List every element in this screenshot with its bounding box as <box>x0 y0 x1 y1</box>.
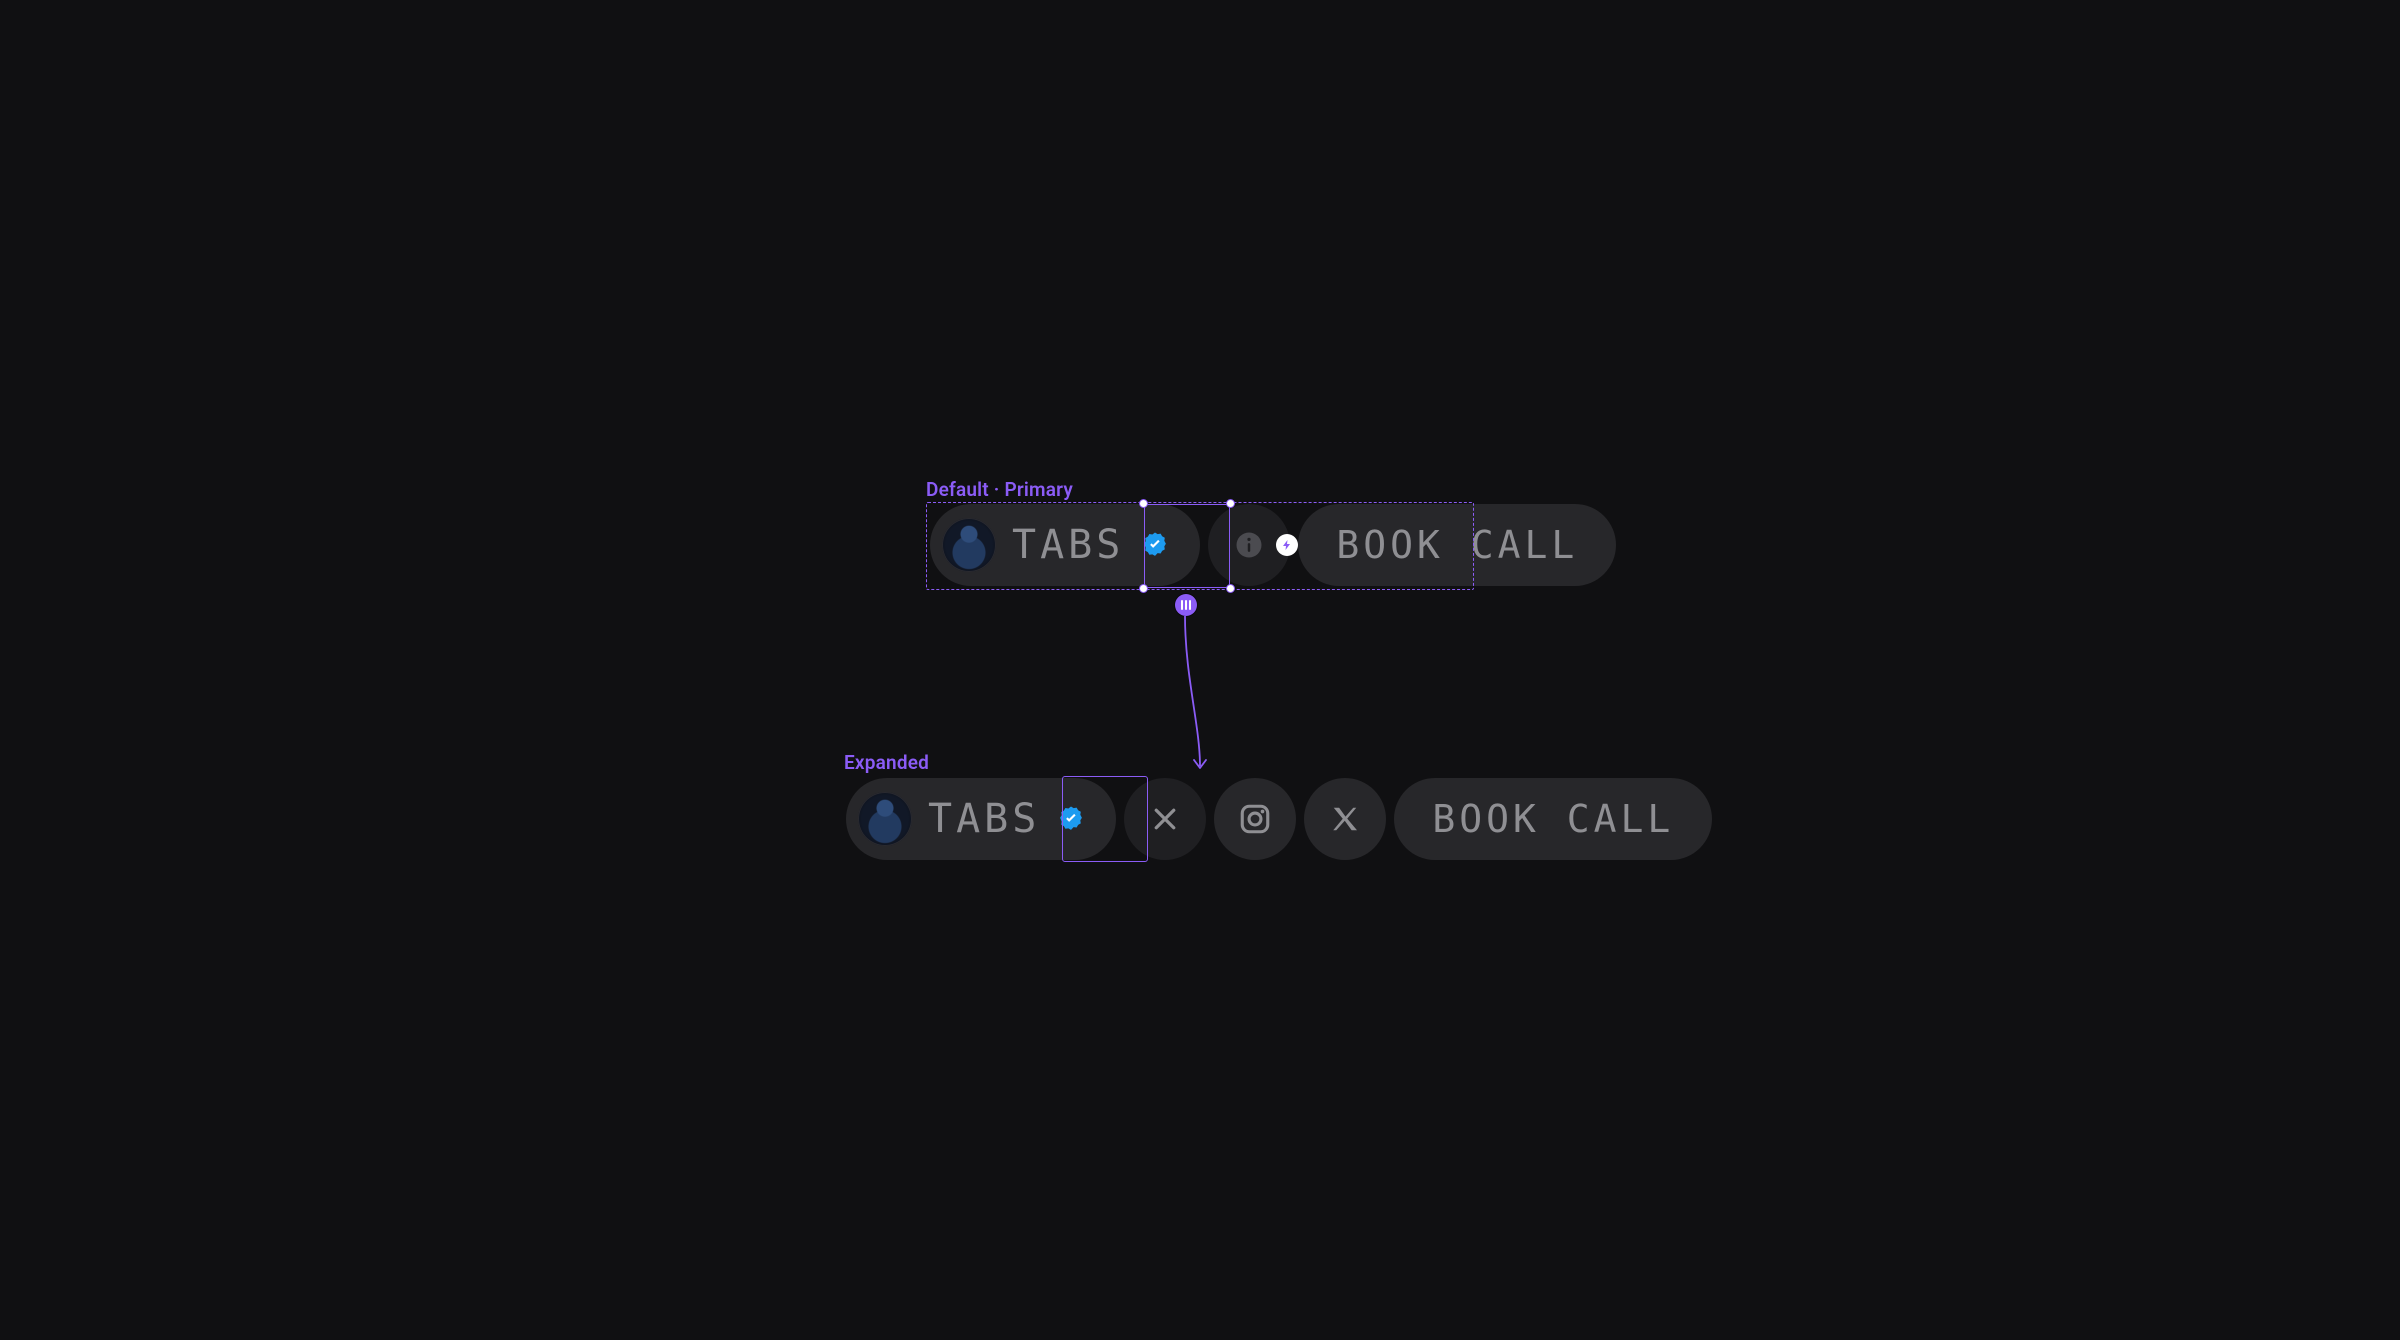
instagram-icon <box>1238 802 1272 836</box>
tabs-name: TABS <box>1012 522 1124 568</box>
info-icon <box>1234 530 1264 560</box>
tabs-pill-expanded[interactable]: TABS <box>846 778 1116 860</box>
cta-label-expanded: BOOK CALL <box>1394 797 1712 841</box>
state-label-default: Default · Primary <box>926 478 1073 501</box>
pause-icon <box>1181 600 1191 610</box>
lightning-badge <box>1276 534 1298 556</box>
connector-arrow <box>1174 616 1234 776</box>
x-twitter-button[interactable] <box>1304 778 1386 860</box>
close-icon <box>1150 804 1180 834</box>
state-label-expanded: Expanded <box>844 751 929 774</box>
tabs-name-expanded: TABS <box>928 796 1040 842</box>
verified-badge-icon <box>1056 804 1086 834</box>
expanded-row[interactable]: TABS BOOK CALL <box>846 778 1712 860</box>
cta-label: BOOK CALL <box>1298 523 1616 567</box>
info-button[interactable] <box>1208 504 1290 586</box>
verified-badge-icon <box>1140 530 1170 560</box>
design-canvas[interactable]: Default · Primary Expanded TABS BOOK CAL… <box>472 264 1928 1076</box>
close-button[interactable] <box>1124 778 1206 860</box>
default-row[interactable]: TABS BOOK CALL <box>930 504 1616 586</box>
avatar <box>942 518 996 572</box>
lightning-icon <box>1281 539 1293 551</box>
book-call-button-expanded[interactable]: BOOK CALL <box>1394 778 1712 860</box>
x-twitter-icon <box>1330 804 1360 834</box>
avatar <box>858 792 912 846</box>
instagram-button[interactable] <box>1214 778 1296 860</box>
tabs-pill[interactable]: TABS <box>930 504 1200 586</box>
interaction-handle[interactable] <box>1175 594 1197 616</box>
book-call-button[interactable]: BOOK CALL <box>1298 504 1616 586</box>
